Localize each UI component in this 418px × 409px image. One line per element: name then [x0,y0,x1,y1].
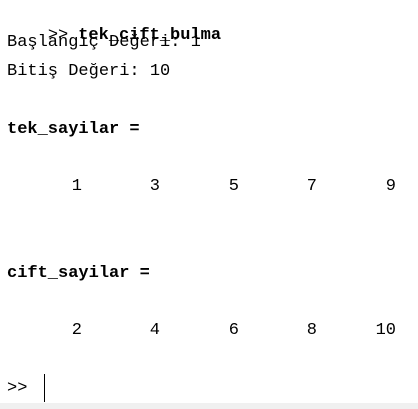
even-value: 10 [375,321,396,340]
bottom-border [0,403,418,409]
even-value: 8 [306,321,317,340]
odd-numbers-row: 1 3 5 7 9 [0,176,418,198]
odd-value: 7 [306,177,317,196]
odd-value: 3 [149,177,160,196]
odd-numbers-header: tek_sayilar = [7,120,140,139]
command-window[interactable]: >> tek_cift_bulma Başlangıç Değeri: 1 Bit… [0,0,418,403]
even-value: 6 [228,321,239,340]
text-cursor [44,374,45,402]
even-numbers-row: 2 4 6 8 10 [0,320,418,342]
even-value: 2 [71,321,82,340]
odd-value: 1 [71,177,82,196]
end-value-output: Bitiş Değeri: 10 [7,62,171,81]
start-value-output: Başlangıç Değeri: 1 [7,33,201,52]
command-line: >> tek_cift_bulma [7,3,221,45]
even-value: 4 [149,321,160,340]
input-prompt: >> [7,379,28,398]
odd-value: 9 [385,177,396,196]
even-numbers-header: cift_sayilar = [7,264,150,283]
odd-value: 5 [228,177,239,196]
